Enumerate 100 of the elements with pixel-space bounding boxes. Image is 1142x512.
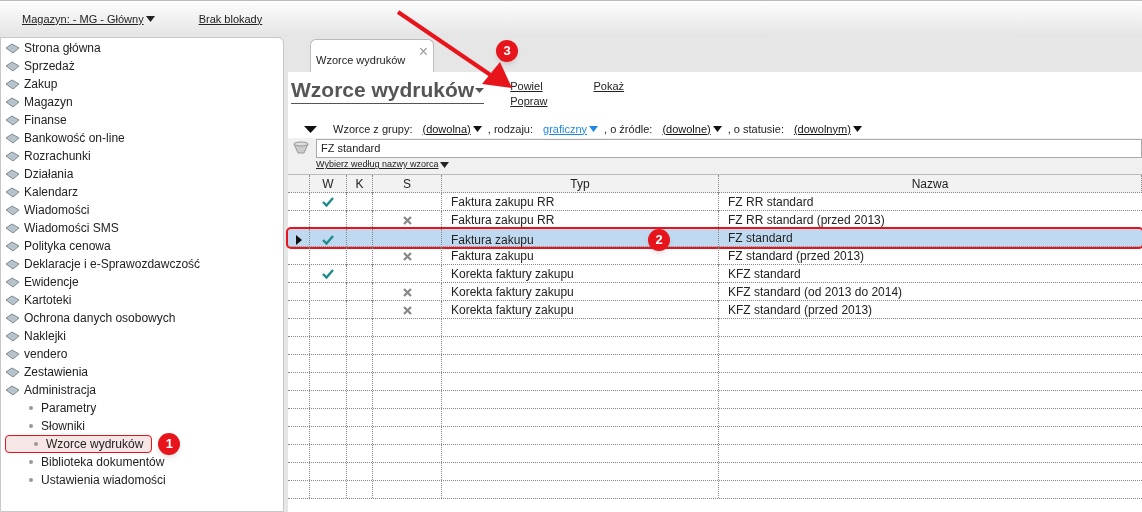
search-field[interactable]: FZ standard xyxy=(316,138,1142,158)
column-header[interactable]: K xyxy=(347,175,373,193)
bullet-icon xyxy=(29,424,33,428)
sidebar-item[interactable]: Zestawienia xyxy=(1,363,283,381)
step-badge: 3 xyxy=(496,40,518,62)
bullet-icon xyxy=(29,460,33,464)
sidebar-item[interactable]: Bankowość on-line xyxy=(1,129,283,147)
module-icon xyxy=(5,311,20,325)
module-icon xyxy=(5,203,20,217)
sidebar-item[interactable]: Ewidencje xyxy=(1,273,283,291)
sidebar-subitem[interactable]: Parametry xyxy=(1,399,105,417)
sidebar-item[interactable]: Zakup xyxy=(1,75,283,93)
module-icon xyxy=(5,221,20,235)
sidebar-subitem[interactable]: Ustawienia wiadomości xyxy=(1,471,174,489)
module-icon xyxy=(5,167,20,181)
column-header[interactable]: Nazwa xyxy=(719,175,1142,193)
caret-icon xyxy=(475,87,485,93)
table-row[interactable]: Korekta faktury zakupu KFZ standard xyxy=(288,265,1142,283)
bullet-icon xyxy=(34,442,38,446)
table-cell-text: Faktura zakupu xyxy=(451,248,534,265)
module-icon xyxy=(5,293,20,307)
sidebar-subitem[interactable]: Słowniki xyxy=(1,417,93,435)
table-row[interactable]: Korekta faktury zakupu KFZ standard (od 2013 do 2014) xyxy=(288,283,1142,301)
table-cell-text: Korekta faktury zakupu xyxy=(451,266,574,283)
filter-label: Wzorce z grupy: xyxy=(333,121,413,137)
column-header[interactable]: W xyxy=(310,175,347,193)
check-icon xyxy=(322,235,334,245)
action-link[interactable]: Popraw xyxy=(510,94,548,108)
search-mode-dropdown[interactable]: Wybierz według nazwy wzorca xyxy=(316,158,450,172)
sidebar-item[interactable]: Wiadomości SMS xyxy=(1,219,283,237)
page-title-dropdown[interactable]: Wzorce wydruków xyxy=(291,77,485,104)
module-icon xyxy=(5,365,20,379)
table-cell-text: Faktura zakupu RR xyxy=(451,212,555,229)
bullet-icon xyxy=(29,478,33,482)
check-icon xyxy=(322,269,334,279)
filter-dropdown[interactable]: (dowolnym) xyxy=(793,120,862,138)
sidebar-item[interactable]: Naklejki xyxy=(1,327,283,345)
step-badge: 2 xyxy=(648,229,670,251)
sidebar-item[interactable]: Wiadomości xyxy=(1,201,283,219)
filter-dropdown[interactable]: graficzny xyxy=(543,120,599,138)
sidebar-item[interactable]: Administracja xyxy=(1,381,283,399)
sidebar-item[interactable]: Kartoteki xyxy=(1,291,283,309)
sidebar-subitem[interactable]: Biblioteka dokumentów xyxy=(1,453,173,471)
cross-icon xyxy=(402,287,412,297)
module-icon xyxy=(5,77,20,91)
module-icon xyxy=(5,257,20,271)
table-cell-text: KFZ standard (przed 2013) xyxy=(727,302,874,319)
module-icon xyxy=(5,185,20,199)
action-link[interactable]: Powiel xyxy=(510,79,548,93)
module-icon xyxy=(5,239,20,253)
caret-icon xyxy=(145,16,155,22)
lock-link[interactable]: Brak blokady xyxy=(198,10,263,28)
table-cell-text: FZ RR standard (przed 2013) xyxy=(727,212,886,229)
sidebar-item[interactable]: Finanse xyxy=(1,111,283,129)
table-cell-text: Korekta faktury zakupu xyxy=(451,284,574,301)
caret-icon xyxy=(472,126,482,132)
caret-icon xyxy=(440,161,450,168)
table-row[interactable]: Korekta faktury zakupu KFZ standard (przed 2013) xyxy=(288,301,1142,319)
sidebar-item[interactable]: Polityka cenowa xyxy=(1,237,283,255)
sidebar-item[interactable]: Sprzedaż xyxy=(1,57,283,75)
table-cell-text: Faktura zakupu RR xyxy=(451,194,555,211)
module-icon xyxy=(5,95,20,109)
table-row[interactable]: Faktura zakupu RR FZ RR standard xyxy=(288,193,1142,211)
sidebar-subitem[interactable]: Wzorce wydruków xyxy=(5,435,153,453)
filter-dropdown[interactable]: (dowolne) xyxy=(662,120,722,138)
table-cell-text: KFZ standard (od 2013 do 2014) xyxy=(727,284,904,301)
sidebar-item[interactable]: Działania xyxy=(1,165,283,183)
step-badge: 1 xyxy=(158,433,181,455)
sidebar-item[interactable]: Magazyn xyxy=(1,93,283,111)
column-header[interactable]: Typ xyxy=(442,175,719,193)
module-icon xyxy=(5,59,20,73)
sidebar-item[interactable]: Strona główna xyxy=(1,39,283,57)
module-icon xyxy=(5,383,20,397)
tab[interactable]: Wzorce wydruków × xyxy=(310,39,434,72)
cross-icon xyxy=(402,251,412,261)
collapse-caret-icon[interactable] xyxy=(304,125,317,133)
caret-icon xyxy=(712,126,722,132)
action-link[interactable]: Pokaż xyxy=(593,79,625,93)
filter-label: , o źródle: xyxy=(604,121,653,137)
sidebar-item[interactable]: Ochrona danych osobowych xyxy=(1,309,283,327)
table-cell-text: KFZ standard xyxy=(727,266,802,283)
table-cell-text: Faktura zakupu xyxy=(451,232,534,249)
table-cell-text: Korekta faktury zakupu xyxy=(451,302,574,319)
sidebar-item[interactable]: Kalendarz xyxy=(1,183,283,201)
cross-icon xyxy=(402,215,412,225)
table-cell-text: FZ standard (przed 2013) xyxy=(727,248,866,265)
table-cell-text: FZ RR standard xyxy=(727,194,815,211)
filter-dropdown[interactable]: (dowolna) xyxy=(422,120,482,138)
bullet-icon xyxy=(29,406,33,410)
sidebar-item[interactable]: Deklaracje i e-Sprawozdawczość xyxy=(1,255,283,273)
sidebar-item[interactable]: vendero xyxy=(1,345,283,363)
module-icon xyxy=(5,275,20,289)
table-cell-text: FZ standard xyxy=(727,230,794,247)
column-header[interactable]: S xyxy=(373,175,442,193)
table-row[interactable]: Faktura zakupu FZ standard (przed 2013) xyxy=(288,247,1142,265)
filter-label: , o statusie: xyxy=(727,121,784,137)
check-icon xyxy=(322,197,334,207)
sidebar-item[interactable]: Rozrachunki xyxy=(1,147,283,165)
warehouse-dropdown[interactable]: Magazyn: - MG - Główny xyxy=(22,10,155,28)
module-icon xyxy=(5,41,20,55)
